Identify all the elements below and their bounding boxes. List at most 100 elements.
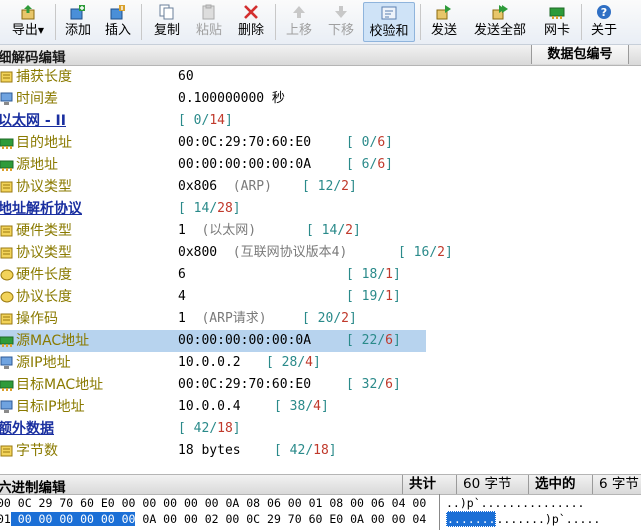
- tree-field[interactable]: 源IP地址 10.0.0.2 [ 28/4]: [0, 352, 641, 374]
- tree-field-offset: [ 22/6]: [346, 333, 401, 348]
- tree-field[interactable]: 硬件类型 1 (以太网) [ 14/2]: [0, 220, 641, 242]
- tree-field[interactable]: 协议类型 0x806 (ARP) [ 12/2]: [0, 176, 641, 198]
- packet-number-column-header[interactable]: 数据包编号: [531, 45, 629, 64]
- checksum-button[interactable]: 校验和: [363, 2, 415, 42]
- tree-field[interactable]: 硬件长度 6 [ 18/1]: [0, 264, 641, 286]
- network-card-icon: [0, 378, 14, 392]
- computer-icon: [0, 356, 14, 370]
- tree-field-value: 1 (ARP请求): [178, 311, 267, 326]
- toolbar: 导出▼ 添加 插入 复制 粘贴 删除 上移 下移 校验和 发送 发送全部 网卡 …: [0, 0, 641, 45]
- tree-field[interactable]: 捕获长度 60: [0, 66, 641, 88]
- tree-field-value: 4: [178, 289, 186, 304]
- selected-value: 6 字节: [592, 475, 641, 494]
- delete-button[interactable]: 删除: [232, 2, 270, 42]
- add-label: 添加: [64, 23, 91, 38]
- network-card-icon: [0, 136, 14, 150]
- tree-field[interactable]: 目标IP地址 10.0.0.4 [ 38/4]: [0, 396, 641, 418]
- tree-field-offset: [ 14/2]: [306, 223, 361, 238]
- hex-view[interactable]: 00 0C 29 70 60 E0 00 00 00 00 00 0A 08 0…: [0, 494, 641, 530]
- tree-field[interactable]: 目标MAC地址 00:0C:29:70:60:E0 [ 32/6]: [0, 374, 641, 396]
- tree-field[interactable]: 协议长度 4 [ 19/1]: [0, 286, 641, 308]
- hex-selected-bytes[interactable]: 00 00 00 00 00 00: [10, 512, 136, 526]
- tree-field-name: 额外数据: [0, 421, 54, 437]
- field-icon: [0, 70, 14, 84]
- move-up-label: 上移: [285, 23, 312, 38]
- tree-field-name: 硬件长度: [16, 267, 72, 283]
- nic-label: 网卡: [543, 23, 570, 38]
- move-up-button[interactable]: 上移: [280, 2, 318, 42]
- field-icon: [0, 180, 14, 194]
- tree-field-offset: [ 14/28]: [178, 201, 241, 216]
- tree-field-offset: [ 6/6]: [346, 157, 393, 172]
- tree-field-name: 源MAC地址: [16, 333, 90, 349]
- tree-field[interactable]: 源MAC地址 00:00:00:00:00:0A [ 22/6]: [0, 330, 641, 352]
- computer-icon: [0, 400, 14, 414]
- insert-button[interactable]: 插入: [100, 2, 136, 42]
- tree-field-name: 协议长度: [16, 289, 72, 305]
- tag-icon: [0, 290, 14, 304]
- nic-button[interactable]: 网卡: [538, 2, 576, 42]
- tree-field-name: 硬件类型: [16, 223, 72, 239]
- field-icon: [0, 246, 14, 260]
- field-icon: [0, 224, 14, 238]
- checksum-icon: [381, 5, 397, 21]
- total-value: 60 字节: [456, 475, 528, 494]
- tree-field-name: 以太网 - II: [0, 113, 66, 129]
- send-label: 发送: [430, 23, 457, 38]
- send-icon: [436, 4, 452, 20]
- ascii-line[interactable]: ..)p`...............: [446, 495, 584, 511]
- tag-icon: [0, 268, 14, 282]
- send-all-icon: [492, 4, 508, 20]
- send-button[interactable]: 发送: [425, 2, 463, 42]
- hex-panel-header: 六进制编辑 共计 60 字节 选中的 6 字节: [0, 474, 641, 496]
- tree-field[interactable]: 源地址 00:00:00:00:00:0A [ 6/6]: [0, 154, 641, 176]
- tree-section[interactable]: 以太网 - II [ 0/14]: [0, 110, 641, 132]
- tree-field-name: 协议类型: [16, 179, 72, 195]
- send-all-button[interactable]: 发送全部: [466, 2, 534, 42]
- paste-button[interactable]: 粘贴: [190, 2, 228, 42]
- hex-line[interactable]: 00 0C 29 70 60 E0 00 00 00 00 00 0A 08 0…: [0, 495, 426, 511]
- tree-field[interactable]: 操作码 1 (ARP请求) [ 20/2]: [0, 308, 641, 330]
- network-card-icon: [0, 334, 14, 348]
- toolbar-separator: [275, 4, 276, 40]
- delete-icon: [243, 4, 259, 20]
- tree-field-value: 00:00:00:00:00:0A: [178, 157, 312, 172]
- tree-field-name: 字节数: [16, 443, 58, 459]
- paste-icon: [201, 4, 217, 20]
- tree-field-name: 地址解析协议: [0, 201, 82, 217]
- about-button[interactable]: ? 关于: [586, 2, 622, 42]
- ascii-line[interactable]: ..............)p`.....: [446, 511, 600, 527]
- export-icon: [20, 4, 36, 20]
- tree-field-name: 目标MAC地址: [16, 377, 104, 393]
- network-card-icon: [549, 4, 565, 20]
- add-button[interactable]: 添加: [60, 2, 96, 42]
- copy-button[interactable]: 复制: [148, 2, 186, 42]
- decode-tree: 捕获长度 60 时间差 0.100000000 秒以太网 - II [ 0/14] 目的地…: [0, 66, 641, 464]
- ascii-selected[interactable]: .......: [446, 511, 497, 527]
- tree-field-value: 10.0.0.2: [178, 355, 241, 370]
- arrow-up-icon: [291, 4, 307, 20]
- hex-bytes: 0C 29 70 60 E0 00 00 00 00 00 0A 08 06 0…: [10, 496, 427, 510]
- tree-field-offset: [ 20/2]: [302, 311, 357, 326]
- tree-field[interactable]: 协议类型 0x800 (互联网协议版本4) [ 16/2]: [0, 242, 641, 264]
- move-down-button[interactable]: 下移: [322, 2, 360, 42]
- tree-field-value: 00:0C:29:70:60:E0: [178, 135, 312, 150]
- hex-bytes: 0A 00 00 02 00 0C 29 70 60 E0 0A 00 00 0…: [135, 512, 427, 526]
- tree-field-value: 10.0.0.4: [178, 399, 241, 414]
- export-label: 导出: [11, 23, 38, 38]
- tree-field[interactable]: 时间差 0.100000000 秒: [0, 88, 641, 110]
- tree-section[interactable]: 地址解析协议 [ 14/28]: [0, 198, 641, 220]
- hex-line[interactable]: 01 00 00 00 00 00 00 0A 00 00 02 00 0C 2…: [0, 511, 426, 527]
- tree-field-offset: [ 18/1]: [346, 267, 401, 282]
- tree-field-name: 协议类型: [16, 245, 72, 261]
- tree-field-offset: [ 28/4]: [266, 355, 321, 370]
- tree-field-annotation: (以太网): [185, 223, 257, 238]
- export-button[interactable]: 导出▼: [4, 2, 52, 42]
- toolbar-separator: [55, 4, 56, 40]
- tree-field[interactable]: 字节数 18 bytes [ 42/18]: [0, 440, 641, 462]
- tree-field-annotation: (ARP): [217, 179, 272, 194]
- tree-section[interactable]: 额外数据 [ 42/18]: [0, 418, 641, 440]
- tree-field[interactable]: 目的地址 00:0C:29:70:60:E0 [ 0/6]: [0, 132, 641, 154]
- tree-field-offset: [ 42/18]: [274, 443, 337, 458]
- tree-field-offset: [ 32/6]: [346, 377, 401, 392]
